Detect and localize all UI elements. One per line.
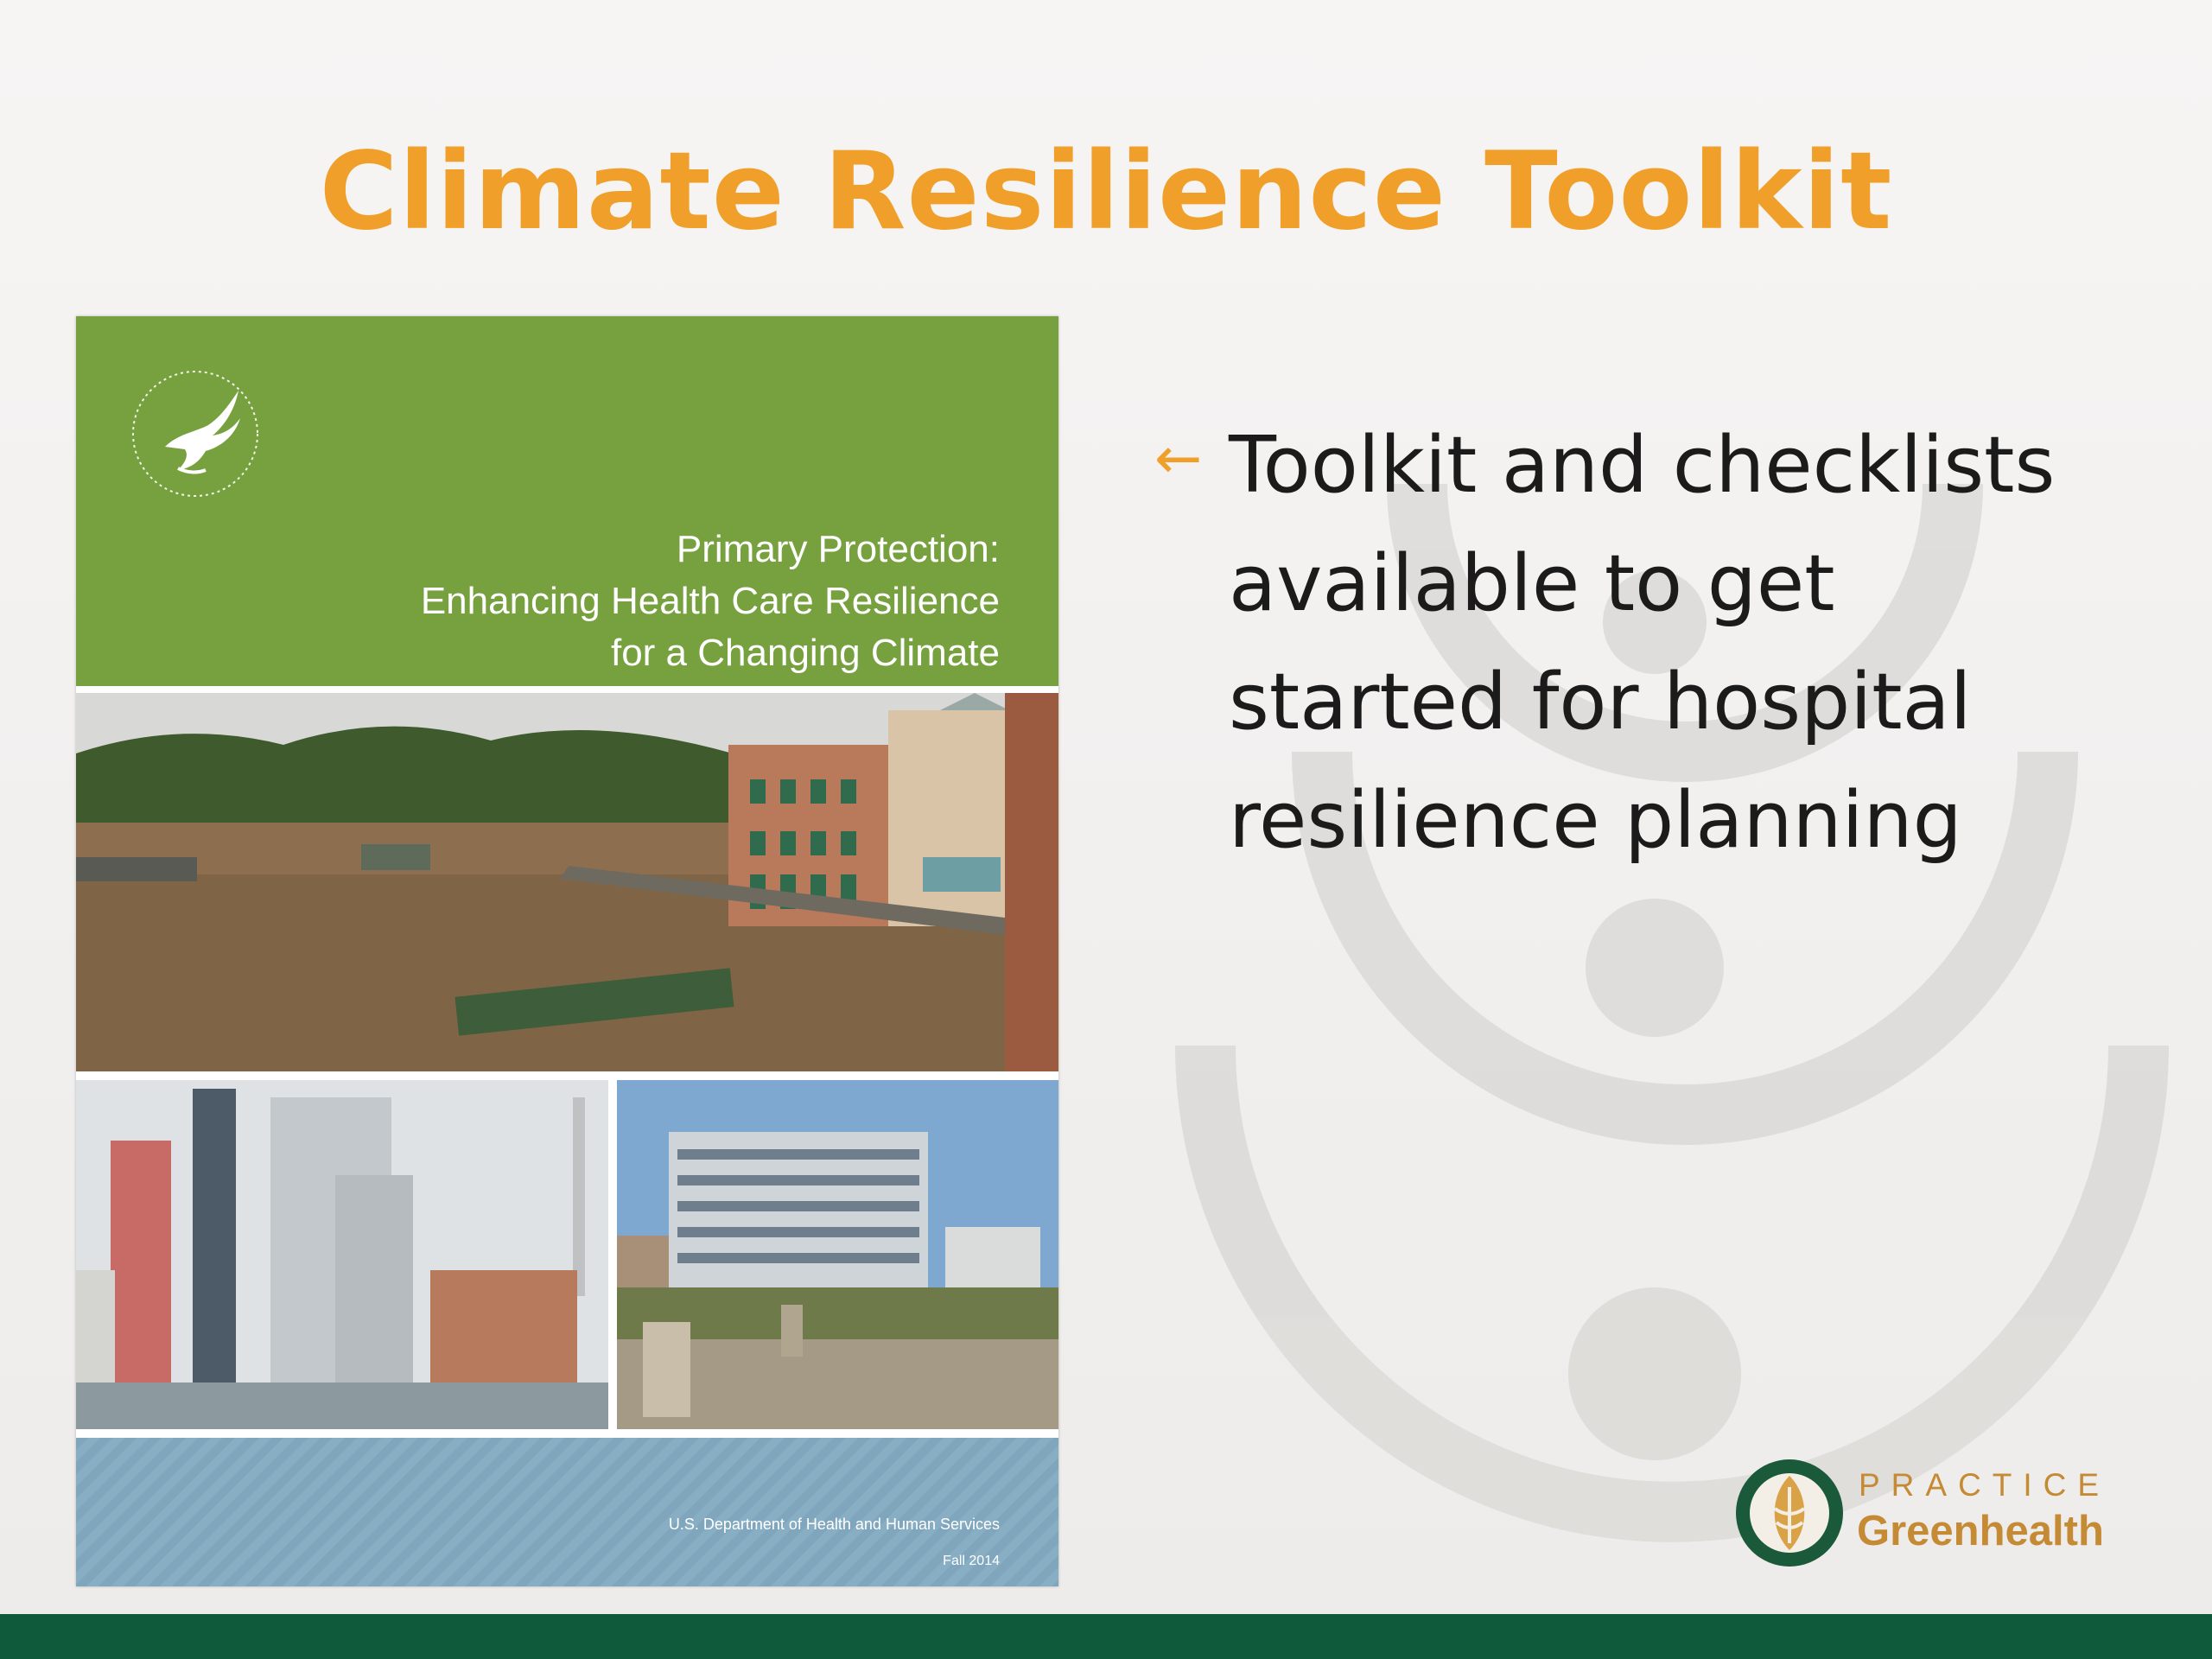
hhs-eagle-seal-icon — [132, 371, 258, 497]
practice-greenhealth-logo: PRACTICE Greenhealth — [1733, 1457, 2104, 1569]
arrow-left-icon: ← — [1154, 425, 1203, 492]
report-cover-image: Primary Protection: Enhancing Health Car… — [76, 316, 1058, 1586]
logo-practice-text: PRACTICE — [1859, 1467, 2111, 1503]
cover-header-band: Primary Protection: Enhancing Health Car… — [76, 316, 1058, 686]
slide-title: Climate Resilience Toolkit — [319, 130, 1893, 254]
slide: Climate Resilience Toolkit Primary Prote… — [0, 0, 2212, 1659]
cover-title-line: Enhancing Health Care Resilience — [420, 580, 1000, 622]
cover-date: Fall 2014 — [943, 1554, 1000, 1568]
cover-footer-band — [76, 1438, 1058, 1586]
greenhealth-leaf-icon — [1736, 1459, 1843, 1567]
logo-greenhealth-text: Greenhealth — [1857, 1508, 2104, 1554]
footer-bar — [0, 1614, 2212, 1659]
building-photo — [617, 1080, 1058, 1429]
cover-title-line: Primary Protection: — [676, 528, 1000, 570]
cover-title: Primary Protection: Enhancing Health Car… — [222, 524, 1000, 679]
bullet-text: Toolkit and checklists available to get … — [1229, 420, 2056, 866]
flood-photo — [76, 693, 1058, 1071]
cover-title-line: for a Changing Climate — [610, 632, 1000, 674]
skyline-photo — [76, 1080, 608, 1429]
cover-department: U.S. Department of Health and Human Serv… — [668, 1516, 1000, 1533]
bullet-item: ← Toolkit and checklists available to ge… — [1154, 406, 2148, 880]
